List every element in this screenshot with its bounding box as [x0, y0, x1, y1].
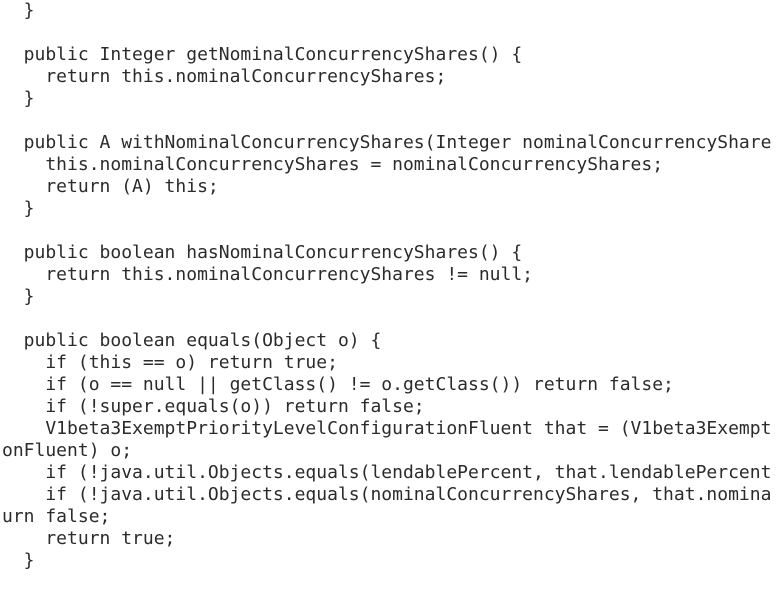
- code-line: public Integer getNominalConcurrencyShar…: [2, 44, 523, 65]
- code-line: urn false;: [2, 506, 111, 527]
- code-line: return true;: [2, 528, 176, 549]
- code-line: return this.nominalConcurrencyShares != …: [2, 264, 534, 285]
- code-line: if (!java.util.Objects.equals(lendablePe…: [2, 462, 772, 483]
- code-line: }: [2, 0, 35, 21]
- code-line: return (A) this;: [2, 176, 219, 197]
- code-line: }: [2, 198, 35, 219]
- code-line: if (this == o) return true;: [2, 352, 338, 373]
- code-line: if (!java.util.Objects.equals(nominalCon…: [2, 484, 772, 505]
- code-line: }: [2, 550, 35, 571]
- code-line: public boolean hasNominalConcurrencyShar…: [2, 242, 523, 263]
- code-line: if (o == null || getClass() != o.getClas…: [2, 374, 674, 395]
- code-line: if (!super.equals(o)) return false;: [2, 396, 425, 417]
- code-viewer: } public Integer getNominalConcurrencySh…: [0, 0, 782, 597]
- code-line: }: [2, 286, 35, 307]
- code-line: onFluent) o;: [2, 440, 133, 461]
- code-line: public boolean equals(Object o) {: [2, 330, 382, 351]
- code-line: public A withNominalConcurrencyShares(In…: [2, 132, 772, 153]
- code-line: V1beta3ExemptPriorityLevelConfigurationF…: [2, 418, 772, 439]
- code-line: this.nominalConcurrencyShares = nominalC…: [2, 154, 664, 175]
- code-line: }: [2, 88, 35, 109]
- code-line: return this.nominalConcurrencyShares;: [2, 66, 447, 87]
